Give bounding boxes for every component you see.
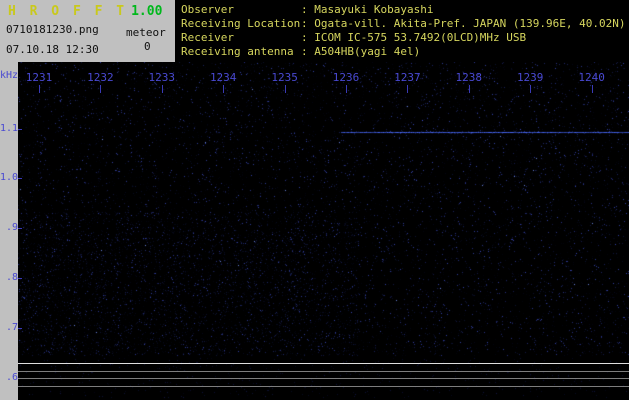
station-info-row: Receiving Location: Ogata-vill. Akita-Pr… bbox=[181, 17, 629, 31]
time-tick-label: 1231 bbox=[25, 71, 53, 84]
hrofft-window: H R O F F T 1.00 0710181230.png meteor 0 … bbox=[0, 0, 629, 400]
app-title: H R O F F T bbox=[8, 4, 128, 19]
frequency-tick-label: .8 bbox=[5, 272, 18, 283]
station-info-value: : ICOM IC-575 53.7492(0LCD)MHz USB bbox=[301, 31, 527, 44]
station-info-row: Observer : Masayuki Kobayashi bbox=[181, 3, 629, 17]
station-info-label: Observer bbox=[181, 3, 234, 16]
station-info-value: : Ogata-vill. Akita-Pref. JAPAN (139.96E… bbox=[301, 17, 626, 30]
level-gridline bbox=[18, 386, 629, 387]
station-info-label: Receiver bbox=[181, 31, 234, 44]
station-info-value: : Masayuki Kobayashi bbox=[301, 3, 434, 16]
time-tick-mark bbox=[469, 85, 470, 93]
time-tick-label: 1235 bbox=[271, 71, 298, 84]
frequency-tick-label: .6 bbox=[5, 372, 18, 383]
station-info-label: Receiving Location bbox=[181, 17, 301, 30]
frequency-tick-mark bbox=[18, 278, 22, 279]
spectrogram-plot: 1231 1232 1233 1234 1235 1236 1237 1238 1239 1240 bbox=[18, 62, 629, 400]
time-tick-label: 1238 bbox=[455, 71, 483, 84]
time-tick-label: 1233 bbox=[148, 71, 176, 84]
frequency-tick-label: .7 bbox=[5, 322, 18, 333]
app-title-row: H R O F F T 1.00 bbox=[8, 4, 162, 19]
time-tick-label: 1232 bbox=[87, 71, 114, 84]
station-info-panel: Observer : Masayuki Kobayashi Receiving Lo… bbox=[175, 0, 629, 62]
output-filename: 0710181230.png bbox=[6, 23, 99, 36]
station-info-value: : A504HB(yagi 4el) bbox=[301, 45, 421, 58]
frequency-unit-label: kHz bbox=[0, 70, 19, 81]
timestamp: 07.10.18 12:30 bbox=[6, 43, 99, 56]
frequency-tick-label: 1.1 bbox=[0, 123, 19, 134]
signal-level-trace bbox=[18, 363, 629, 364]
time-tick-mark bbox=[285, 85, 286, 93]
time-tick-label: 1237 bbox=[394, 71, 421, 84]
frequency-tick-label: .9 bbox=[5, 222, 18, 233]
time-tick-mark bbox=[223, 85, 224, 93]
time-tick-mark bbox=[346, 85, 347, 93]
app-version: 1.00 bbox=[131, 4, 163, 19]
frequency-tick-mark bbox=[18, 328, 22, 329]
time-tick-mark bbox=[407, 85, 408, 93]
frequency-tick-mark bbox=[18, 129, 22, 130]
time-tick-mark bbox=[100, 85, 101, 93]
station-info-label: Receiving antenna bbox=[181, 45, 294, 58]
time-tick-mark bbox=[592, 85, 593, 93]
meteor-count: 0 bbox=[144, 40, 151, 53]
time-tick-label: 1240 bbox=[578, 71, 605, 84]
frequency-tick-mark bbox=[18, 228, 22, 229]
mode-label: meteor bbox=[126, 26, 166, 39]
frequency-axis: kHz 1.1 1.0 .9 .8 .7 .6 bbox=[0, 62, 18, 400]
station-info-row: Receiving antenna : A504HB(yagi 4el) bbox=[181, 45, 629, 59]
time-tick-mark bbox=[530, 85, 531, 93]
level-gridline bbox=[18, 371, 629, 372]
spectrogram-canvas bbox=[18, 62, 629, 400]
station-info-row: Receiver : ICOM IC-575 53.7492(0LCD)MHz U… bbox=[181, 31, 629, 45]
header-left-panel: H R O F F T 1.00 0710181230.png meteor 0 … bbox=[0, 0, 175, 62]
frequency-tick-label: 1.0 bbox=[0, 172, 19, 183]
level-gridline bbox=[18, 378, 629, 379]
time-tick-label: 1234 bbox=[209, 71, 237, 84]
time-tick-mark bbox=[39, 85, 40, 93]
time-tick-mark bbox=[162, 85, 163, 93]
time-tick-label: 1239 bbox=[516, 71, 544, 84]
time-tick-label: 1236 bbox=[332, 71, 360, 84]
frequency-tick-mark bbox=[18, 178, 22, 179]
